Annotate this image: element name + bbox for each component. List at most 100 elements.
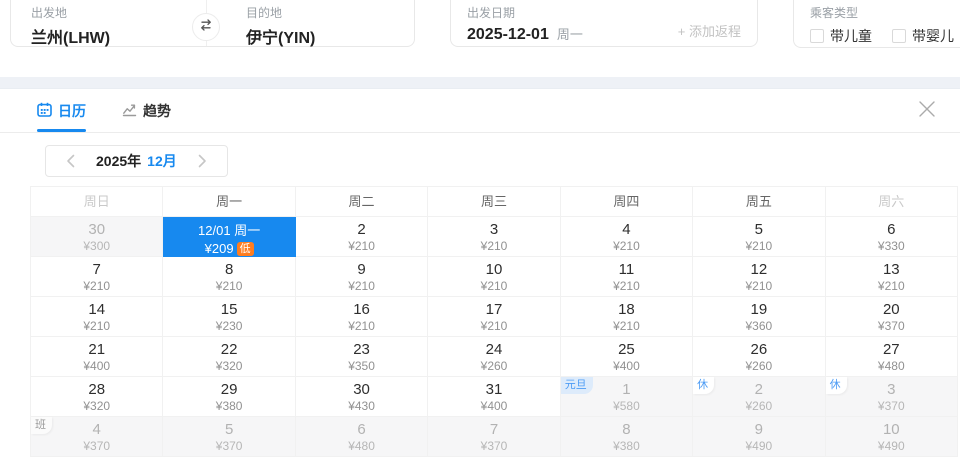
- weekday-header-row: 周日周一周二周三周四周五周六: [31, 187, 958, 217]
- date-cell[interactable]: 15¥230: [163, 297, 295, 337]
- day-label: 13: [826, 260, 957, 279]
- close-panel-button[interactable]: [916, 100, 938, 122]
- date-cell[interactable]: 9¥490: [693, 417, 825, 457]
- date-cell[interactable]: 18¥210: [561, 297, 693, 337]
- price-label: ¥320: [31, 399, 162, 414]
- calendar-week-row: 7¥2108¥2109¥21010¥21011¥21012¥21013¥210: [31, 257, 958, 297]
- low-price-badge: 低: [237, 242, 254, 256]
- search-bar: 出发地 兰州(LHW) 目的地 伊宁(YIN) 出发日期 2025-12-01 …: [0, 0, 960, 77]
- tab-trend[interactable]: 趋势: [122, 89, 171, 132]
- date-cell[interactable]: 30¥300: [31, 217, 163, 257]
- with-children-checkbox[interactable]: [810, 29, 824, 43]
- day-label: 26: [693, 340, 824, 359]
- date-cell[interactable]: 30¥430: [296, 377, 428, 417]
- with-infants-option[interactable]: 带婴儿: [892, 26, 954, 46]
- depart-date-weekday: 周一: [557, 24, 583, 43]
- date-cell[interactable]: 26¥260: [693, 337, 825, 377]
- date-cell[interactable]: 12/01 周一¥209低: [163, 217, 295, 257]
- date-cell[interactable]: 12¥210: [693, 257, 825, 297]
- date-cell[interactable]: 24¥260: [428, 337, 560, 377]
- day-label: 14: [31, 300, 162, 319]
- add-return-button[interactable]: + 添加返程: [678, 21, 741, 40]
- date-cell[interactable]: 3¥210: [428, 217, 560, 257]
- rest-corner-badge: 休: [826, 377, 847, 394]
- price-label: ¥320: [163, 359, 294, 374]
- date-cell[interactable]: 元旦1¥580: [561, 377, 693, 417]
- date-cell[interactable]: 2¥210: [296, 217, 428, 257]
- date-cell[interactable]: 11¥210: [561, 257, 693, 297]
- date-cell[interactable]: 17¥210: [428, 297, 560, 337]
- date-cell[interactable]: 16¥210: [296, 297, 428, 337]
- price-label: ¥210: [428, 239, 559, 254]
- day-label: 19: [693, 300, 824, 319]
- date-cell[interactable]: 5¥210: [693, 217, 825, 257]
- date-cell[interactable]: 31¥400: [428, 377, 560, 417]
- prev-month-button[interactable]: [60, 151, 80, 171]
- date-cell[interactable]: 20¥370: [826, 297, 958, 337]
- date-cell[interactable]: 4¥210: [561, 217, 693, 257]
- day-label: 30: [31, 220, 162, 239]
- price-label: ¥580: [561, 399, 692, 414]
- day-label: 31: [428, 380, 559, 399]
- destination-field[interactable]: 目的地 伊宁(YIN): [246, 4, 315, 48]
- day-label: 7: [428, 420, 559, 439]
- swap-cities-button[interactable]: [192, 13, 220, 41]
- day-label: 8: [561, 420, 692, 439]
- nav-month-label: 12月: [147, 151, 177, 171]
- day-label: 8: [163, 260, 294, 279]
- date-card: 出发日期 2025-12-01 周一 + 添加返程: [450, 0, 758, 47]
- date-cell[interactable]: 27¥480: [826, 337, 958, 377]
- calendar-week-row: 30¥30012/01 周一¥209低2¥2103¥2104¥2105¥2106…: [31, 217, 958, 257]
- date-cell[interactable]: 7¥210: [31, 257, 163, 297]
- price-label: ¥360: [693, 319, 824, 334]
- date-cell[interactable]: 5¥370: [163, 417, 295, 457]
- date-cell[interactable]: 10¥490: [826, 417, 958, 457]
- day-label: 3: [428, 220, 559, 239]
- date-cell[interactable]: 14¥210: [31, 297, 163, 337]
- weekday-header: 周二: [296, 187, 428, 217]
- date-cell[interactable]: 8¥210: [163, 257, 295, 297]
- date-cell[interactable]: 休2¥260: [693, 377, 825, 417]
- date-cell[interactable]: 29¥380: [163, 377, 295, 417]
- day-label: 28: [31, 380, 162, 399]
- price-label: ¥260: [693, 359, 824, 374]
- date-cell[interactable]: 8¥380: [561, 417, 693, 457]
- next-month-button[interactable]: [193, 151, 213, 171]
- date-cell[interactable]: 6¥480: [296, 417, 428, 457]
- price-label: ¥210: [826, 279, 957, 294]
- date-cell[interactable]: 6¥330: [826, 217, 958, 257]
- date-cell[interactable]: 28¥320: [31, 377, 163, 417]
- date-cell[interactable]: 10¥210: [428, 257, 560, 297]
- tab-calendar[interactable]: 日历: [37, 89, 86, 132]
- price-label: ¥210: [163, 279, 294, 294]
- depart-date-field[interactable]: 出发日期 2025-12-01 周一: [467, 4, 583, 44]
- day-label: 30: [296, 380, 427, 399]
- date-cell[interactable]: 7¥370: [428, 417, 560, 457]
- with-infants-checkbox[interactable]: [892, 29, 906, 43]
- calendar-week-row: 28¥32029¥38030¥43031¥400元旦1¥580休2¥260休3¥…: [31, 377, 958, 417]
- date-cell[interactable]: 休3¥370: [826, 377, 958, 417]
- price-label: ¥210: [296, 319, 427, 334]
- date-cell[interactable]: 班4¥370: [31, 417, 163, 457]
- price-label: ¥210: [693, 279, 824, 294]
- price-label: ¥210: [296, 279, 427, 294]
- price-label: ¥370: [163, 439, 294, 454]
- price-label: ¥210: [31, 279, 162, 294]
- weekday-header: 周三: [428, 187, 560, 217]
- day-label: 12/01 周一: [163, 220, 294, 240]
- date-cell[interactable]: 13¥210: [826, 257, 958, 297]
- date-cell[interactable]: 19¥360: [693, 297, 825, 337]
- calendar-week-row: 14¥21015¥23016¥21017¥21018¥21019¥36020¥3…: [31, 297, 958, 337]
- date-cell[interactable]: 23¥350: [296, 337, 428, 377]
- with-children-option[interactable]: 带儿童: [810, 26, 872, 46]
- day-label: 27: [826, 340, 957, 359]
- day-label: 5: [693, 220, 824, 239]
- date-cell[interactable]: 25¥400: [561, 337, 693, 377]
- date-cell[interactable]: 9¥210: [296, 257, 428, 297]
- price-label: ¥380: [561, 439, 692, 454]
- price-label: ¥400: [428, 399, 559, 414]
- price-label: ¥210: [693, 239, 824, 254]
- departure-field[interactable]: 出发地 兰州(LHW): [31, 4, 110, 48]
- date-cell[interactable]: 21¥400: [31, 337, 163, 377]
- date-cell[interactable]: 22¥320: [163, 337, 295, 377]
